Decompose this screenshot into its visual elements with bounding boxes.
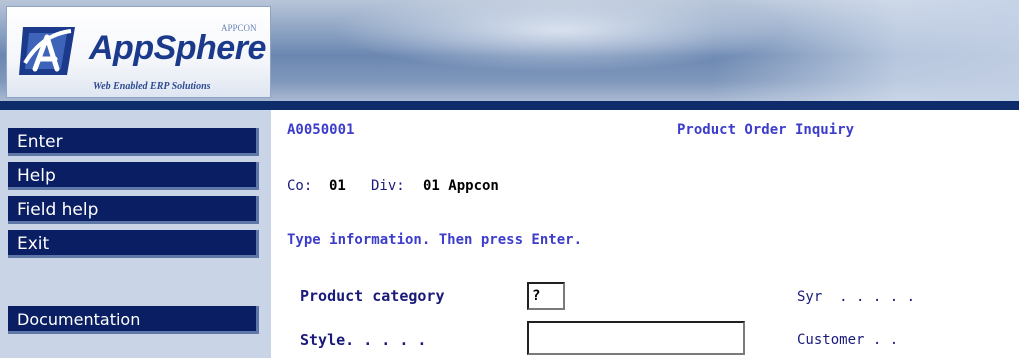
documentation-button[interactable]: Documentation	[8, 306, 259, 334]
product-category-input[interactable]	[527, 282, 565, 310]
logo: APPCON AppSphere Web Enabled ERP Solutio…	[6, 6, 271, 98]
logo-tagline: Web Enabled ERP Solutions	[93, 81, 211, 92]
help-button[interactable]: Help	[8, 162, 259, 190]
program-id: A0050001	[287, 122, 355, 138]
co-value: 01	[329, 178, 346, 194]
header-divider	[0, 101, 1019, 110]
logo-wordmark: AppSphere	[89, 29, 266, 67]
appsphere-logo-icon	[19, 27, 75, 75]
screen-title: Product Order Inquiry	[677, 122, 855, 138]
customer-label: Customer . .	[797, 332, 899, 348]
header-banner: APPCON AppSphere Web Enabled ERP Solutio…	[0, 0, 1019, 101]
exit-button[interactable]: Exit	[8, 230, 259, 258]
style-label: Style. . . . .	[300, 331, 427, 349]
main-screen: A0050001 Product Order Inquiry Co: 01 Di…	[271, 110, 1019, 358]
div-value: 01 Appcon	[423, 178, 499, 194]
style-input[interactable]	[527, 321, 745, 355]
enter-button[interactable]: Enter	[8, 128, 259, 156]
div-label: Div:	[371, 178, 405, 194]
co-label: Co:	[287, 178, 313, 194]
field-help-button[interactable]: Field help	[8, 196, 259, 224]
instruction-text: Type information. Then press Enter.	[287, 232, 583, 248]
syr-label: Syr . . . . .	[797, 289, 916, 305]
product-category-label: Product category	[300, 287, 445, 305]
sidebar: Enter Help Field help Exit Documentation	[0, 110, 271, 358]
